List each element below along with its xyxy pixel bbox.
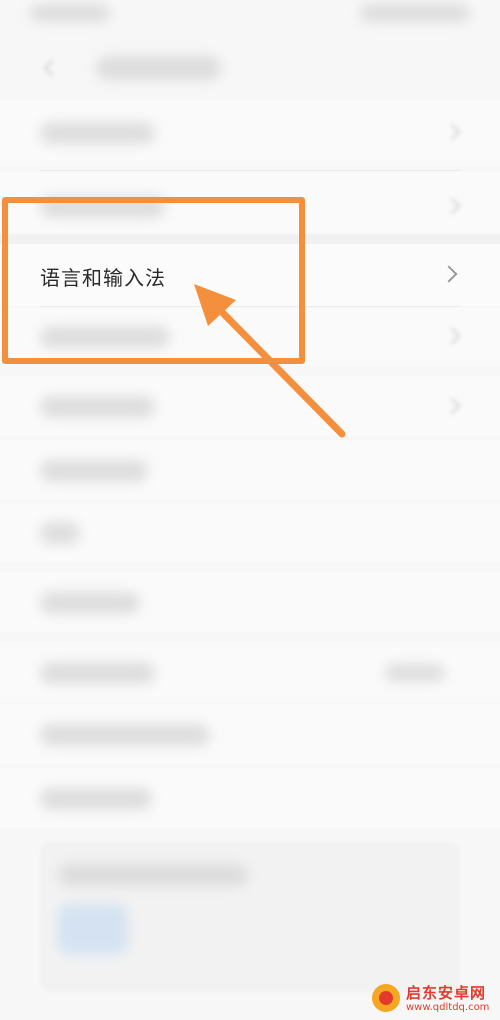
site-watermark: 启东安卓网 www.qdltdq.com (366, 978, 500, 1020)
watermark-logo-icon (372, 984, 400, 1012)
watermark-title: 启东安卓网 (406, 984, 487, 1002)
arrow-shaft (210, 300, 346, 438)
settings-screen: 语言和输入法 启东安卓网 www.qdltdq.com (0, 0, 500, 1020)
watermark-url: www.qdltdq.com (406, 1002, 490, 1013)
annotation-arrow (194, 284, 346, 438)
